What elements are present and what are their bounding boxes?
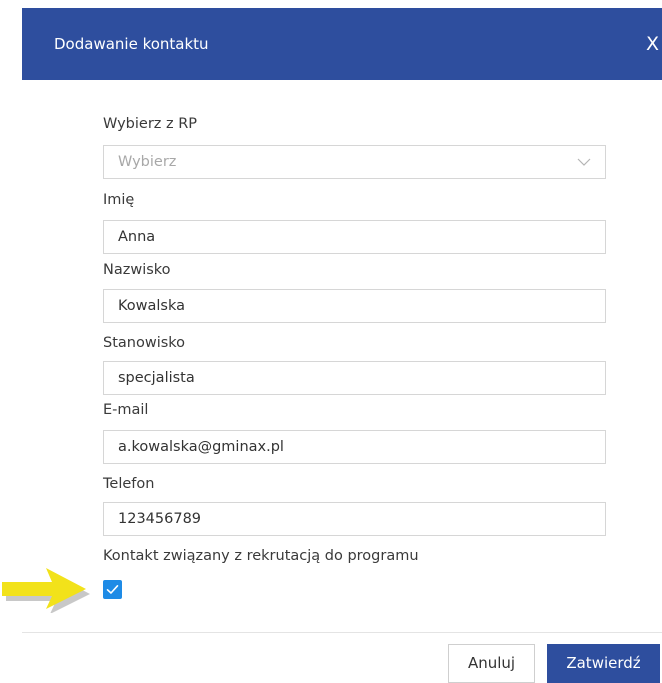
footer-divider — [22, 632, 662, 633]
phone-field[interactable]: 123456789 — [103, 502, 606, 536]
arrow-right-icon — [2, 568, 90, 613]
checkmark-icon — [106, 585, 119, 594]
email-field[interactable]: a.kowalska@gminax.pl — [103, 430, 606, 464]
rp-select-placeholder: Wybierz — [118, 154, 177, 170]
dialog-header: Dodawanie kontaktu X — [22, 8, 662, 80]
position-label: Stanowisko — [103, 335, 186, 351]
dialog-top-edge — [22, 0, 662, 8]
phone-label: Telefon — [103, 476, 155, 492]
close-icon[interactable]: X — [646, 32, 662, 56]
dialog-title: Dodawanie kontaktu — [54, 35, 209, 53]
chevron-down-icon — [577, 158, 591, 166]
cancel-button[interactable]: Anuluj — [448, 644, 535, 683]
page: Dodawanie kontaktu X Wybierz z RP Wybier… — [0, 0, 662, 683]
rp-label: Wybierz z RP — [103, 116, 198, 132]
recruitment-label: Kontakt związany z rekrutacją do program… — [103, 548, 419, 564]
last-name-field[interactable]: Kowalska — [103, 289, 606, 323]
last-name-label: Nazwisko — [103, 262, 171, 278]
first-name-field[interactable]: Anna — [103, 220, 606, 254]
confirm-button[interactable]: Zatwierdź — [547, 644, 660, 683]
rp-select[interactable]: Wybierz — [103, 145, 606, 179]
email-label: E-mail — [103, 402, 149, 418]
recruitment-checkbox[interactable] — [103, 580, 122, 599]
first-name-label: Imię — [103, 192, 135, 208]
position-field[interactable]: specjalista — [103, 361, 606, 395]
